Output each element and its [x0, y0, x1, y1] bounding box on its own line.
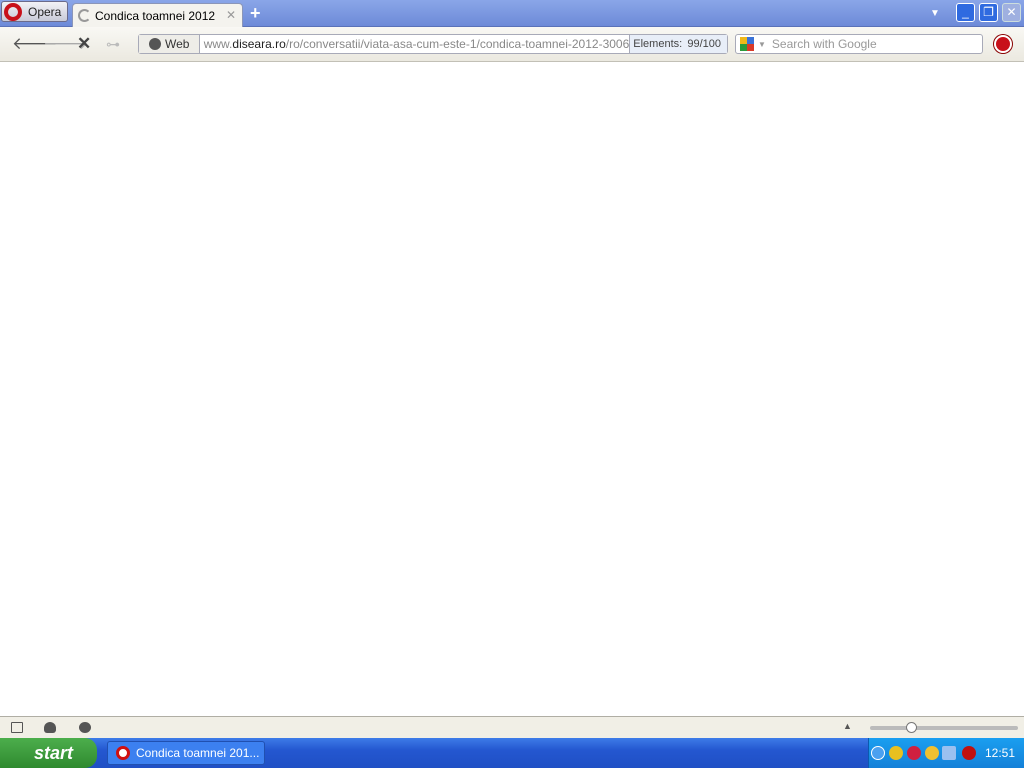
- loading-progress: Elements: 99/100: [629, 35, 727, 53]
- tab-bar: Opera Condica toamnei 2012 ✕ + ▼ _ ❐ ✕: [0, 0, 1024, 27]
- address-toolbar: 🡐 🡒 ✕ ⊶ Web www.diseara.ro/ro/conversati…: [0, 27, 1024, 62]
- turbo-icon[interactable]: [79, 722, 91, 733]
- web-badge[interactable]: Web: [139, 35, 200, 53]
- loading-spinner-icon: [78, 9, 91, 22]
- clock[interactable]: 12:51: [985, 746, 1015, 760]
- tab-list-dropdown-icon[interactable]: ▼: [930, 8, 940, 19]
- adblock-icon[interactable]: [994, 35, 1012, 53]
- opera-logo-icon: [4, 2, 22, 21]
- opera-menu-button[interactable]: Opera: [1, 1, 68, 22]
- antivirus-icon[interactable]: [907, 746, 921, 760]
- new-tab-button[interactable]: +: [250, 3, 261, 24]
- key-icon[interactable]: ⊶: [106, 36, 120, 53]
- panel-toggle-icon[interactable]: [11, 722, 23, 733]
- zoom-slider-handle[interactable]: [906, 722, 918, 733]
- view-options-icon[interactable]: ▲: [843, 721, 852, 731]
- address-bar[interactable]: Web www.diseara.ro/ro/conversatii/viata-…: [138, 34, 728, 54]
- minimize-button[interactable]: _: [956, 3, 975, 22]
- start-button[interactable]: start: [0, 738, 97, 768]
- network-icon[interactable]: [942, 746, 956, 760]
- security-shield-icon[interactable]: [889, 746, 903, 760]
- app-tray-icon[interactable]: [962, 746, 976, 760]
- taskbar: start Condica toamnei 201... 12:51: [0, 738, 1024, 768]
- google-icon[interactable]: [740, 37, 754, 51]
- tab-active[interactable]: Condica toamnei 2012 ✕: [72, 3, 243, 27]
- status-bar: ▲: [0, 716, 1024, 738]
- stop-button[interactable]: ✕: [77, 34, 91, 54]
- tray-expand-icon[interactable]: [871, 746, 885, 760]
- search-engine-dropdown-icon[interactable]: ▼: [758, 40, 766, 49]
- page-content: [0, 62, 1024, 716]
- zoom-slider[interactable]: [870, 722, 1018, 733]
- globe-icon: [149, 38, 161, 50]
- opera-icon: [116, 746, 130, 760]
- system-tray: 12:51: [868, 738, 1024, 768]
- taskbar-item-opera[interactable]: Condica toamnei 201...: [107, 741, 265, 765]
- close-window-button[interactable]: ✕: [1002, 3, 1021, 22]
- url-input[interactable]: www.diseara.ro/ro/conversatii/viata-asa-…: [200, 37, 630, 51]
- close-tab-icon[interactable]: ✕: [226, 8, 236, 22]
- search-input[interactable]: ▼ Search with Google: [735, 34, 983, 54]
- opera-unite-icon[interactable]: [44, 722, 56, 733]
- messenger-icon[interactable]: [925, 746, 939, 760]
- restore-button[interactable]: ❐: [979, 3, 998, 22]
